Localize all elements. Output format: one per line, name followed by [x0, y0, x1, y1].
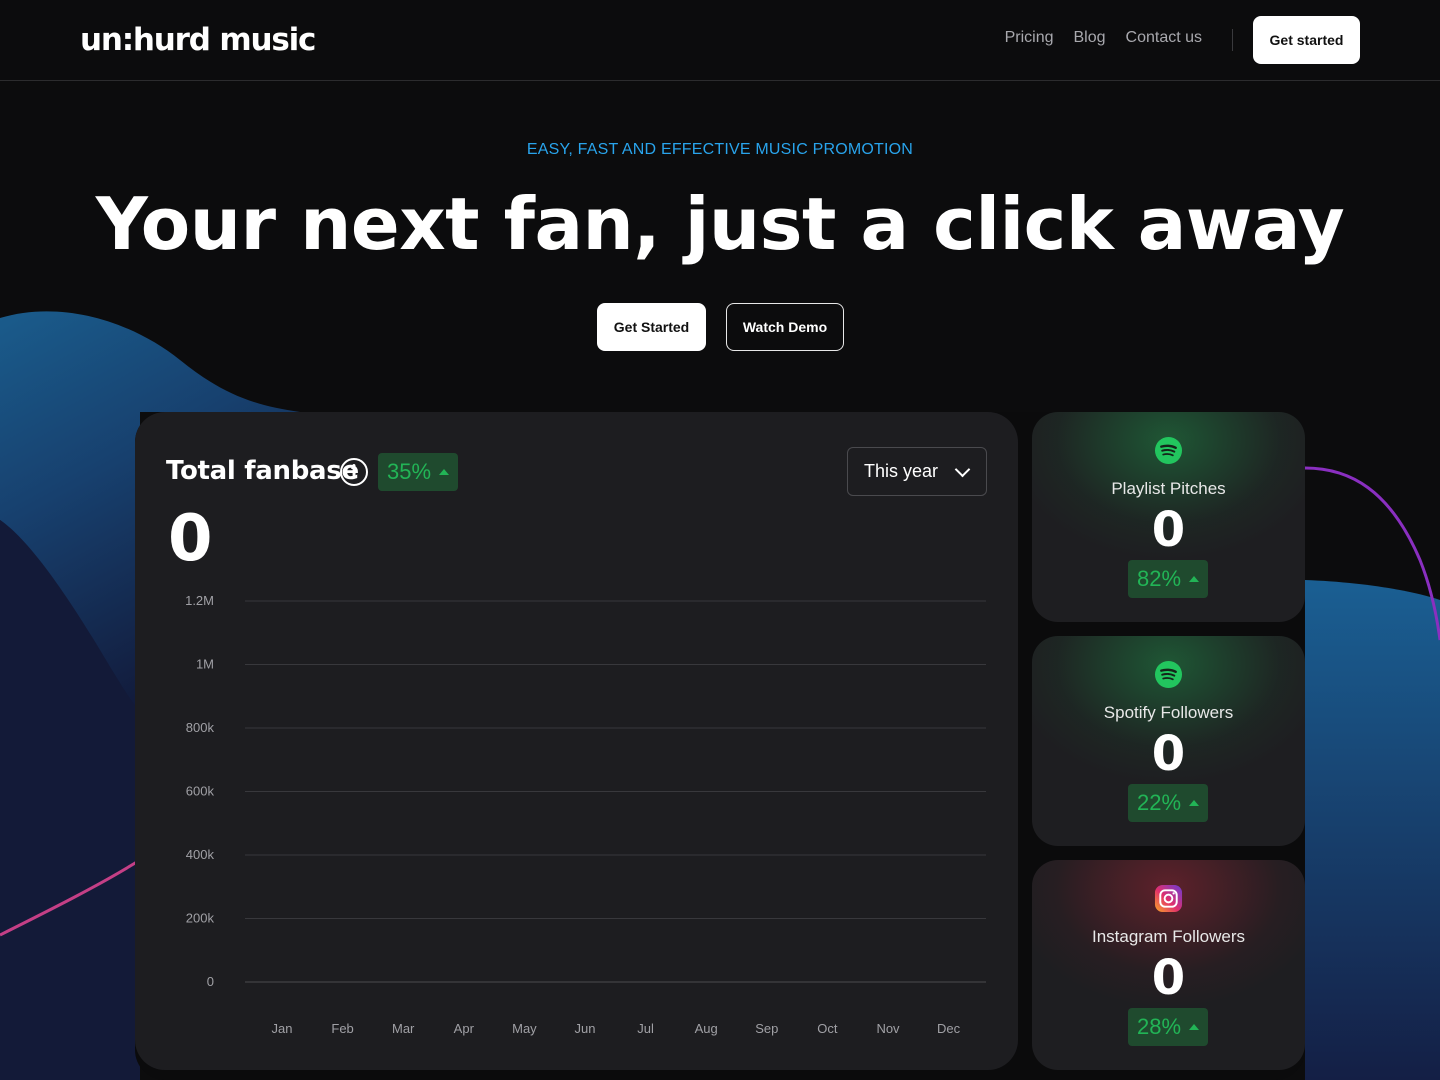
x-tick-label: May [512, 1021, 537, 1036]
y-tick-label: 600k [186, 784, 215, 799]
site-header: un:hurd music Pricing Blog Contact us Ge… [0, 0, 1440, 81]
stat-value: 0 [1151, 502, 1186, 558]
watch-demo-button[interactable]: Watch Demo [726, 303, 844, 351]
up-arrow-icon [1189, 576, 1200, 582]
y-tick-label: 1M [196, 657, 214, 672]
x-tick-label: Feb [331, 1021, 353, 1036]
fanbase-chart: 0 200k 400k 600k 800k 1M 1.2M Jan Feb Mar Apr May Ju… [185, 593, 986, 1036]
stat-label: Playlist Pitches [1111, 479, 1226, 498]
spotify-icon [1154, 436, 1183, 465]
up-arrow-icon [1189, 1024, 1200, 1030]
stat-change-value: 82% [1136, 566, 1182, 591]
up-arrow-icon [1189, 800, 1200, 806]
stat-label: Instagram Followers [1091, 927, 1246, 946]
stat-change-badge: 28% [1128, 1008, 1208, 1046]
stat-value: 0 [1151, 726, 1186, 782]
y-tick-label: 1.2M [185, 593, 214, 608]
x-tick-label: Oct [817, 1021, 838, 1036]
instagram-icon [1154, 884, 1183, 913]
y-tick-label: 400k [186, 847, 215, 862]
main-nav: Pricing Blog Contact us [1005, 29, 1202, 47]
stat-label: Spotify Followers [1103, 703, 1234, 722]
x-tick-label: Apr [454, 1021, 475, 1036]
spotify-icon [1154, 660, 1183, 689]
x-tick-label: Nov [876, 1021, 900, 1036]
x-tick-label: Aug [695, 1021, 718, 1036]
header-get-started-button[interactable]: Get started [1253, 16, 1360, 64]
nav-link-contact[interactable]: Contact us [1126, 29, 1202, 47]
logo[interactable]: un:hurd music [80, 22, 316, 58]
stat-card-playlist-pitches: Playlist Pitches 0 82% [1032, 412, 1305, 622]
stat-change-value: 22% [1136, 790, 1182, 815]
x-tick-label: Jun [575, 1021, 596, 1036]
x-tick-label: Dec [937, 1021, 961, 1036]
nav-link-blog[interactable]: Blog [1073, 29, 1105, 47]
y-tick-label: 800k [186, 720, 215, 735]
nav-divider [1232, 29, 1233, 51]
x-tick-label: Jan [272, 1021, 293, 1036]
stat-change-value: 28% [1136, 1014, 1182, 1039]
stat-value: 0 [1151, 950, 1186, 1006]
y-tick-label: 0 [207, 974, 214, 989]
get-started-button[interactable]: Get Started [597, 303, 706, 351]
x-tick-label: Sep [755, 1021, 778, 1036]
stat-card-instagram-followers: Instagram Followers 0 28% [1032, 860, 1305, 1070]
stat-change-badge: 82% [1128, 560, 1208, 598]
y-tick-label: 200k [186, 911, 215, 926]
nav-link-pricing[interactable]: Pricing [1005, 29, 1054, 47]
stat-card-spotify-followers: Spotify Followers 0 22% [1032, 636, 1305, 846]
hero-eyebrow: EASY, FAST AND EFFECTIVE MUSIC PROMOTION [526, 141, 914, 158]
fanbase-card: Total fanbase i 35% 0 This year 0 200k 400… [135, 412, 1018, 1070]
x-tick-label: Mar [392, 1021, 415, 1036]
stat-change-badge: 22% [1128, 784, 1208, 822]
x-tick-label: Jul [637, 1021, 654, 1036]
hero-headline: Your next fan, just a click away [95, 182, 1345, 266]
